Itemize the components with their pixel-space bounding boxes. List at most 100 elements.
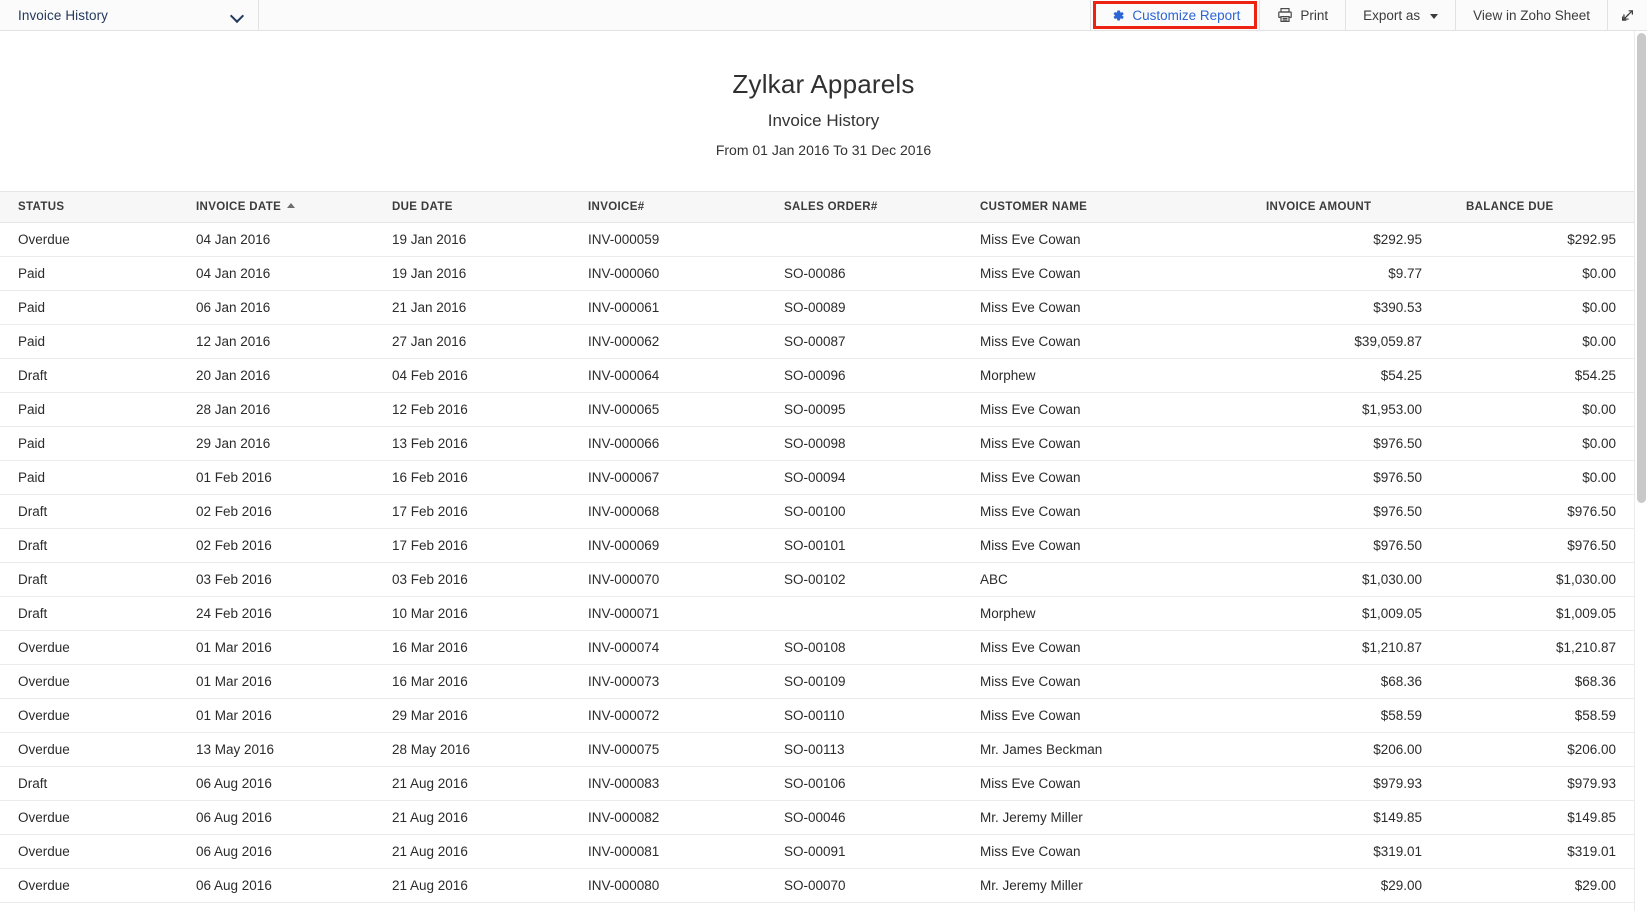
customize-report-button[interactable]: Customize Report xyxy=(1093,1,1257,29)
table-header-row: STATUS INVOICE DATE DUE DATE INVOICE# SA… xyxy=(0,192,1634,223)
cell-invoice-amount: $1,210.87 xyxy=(1266,631,1466,665)
cell-sales-order-number xyxy=(784,223,980,257)
column-header-invoice-no[interactable]: INVOICE# xyxy=(588,192,784,223)
cell-customer-name[interactable]: Mr. James Beckman xyxy=(980,733,1266,767)
cell-invoice-number[interactable]: INV-000059 xyxy=(588,223,784,257)
cell-customer-name[interactable]: Morphew xyxy=(980,359,1266,393)
view-in-zoho-sheet-button[interactable]: View in Zoho Sheet xyxy=(1455,0,1607,30)
cell-customer-name[interactable]: Miss Eve Cowan xyxy=(980,223,1266,257)
table-row: Paid29 Jan 201613 Feb 2016INV-000066SO-0… xyxy=(0,427,1634,461)
cell-invoice-number[interactable]: INV-000071 xyxy=(588,597,784,631)
cell-balance-due: $979.93 xyxy=(1466,767,1634,801)
cell-invoice-number[interactable]: INV-000060 xyxy=(588,257,784,291)
cell-invoice-number[interactable]: INV-000075 xyxy=(588,733,784,767)
cell-status: Overdue xyxy=(0,801,196,835)
cell-balance-due: $68.36 xyxy=(1466,665,1634,699)
cell-due-date: 10 Mar 2016 xyxy=(392,597,588,631)
cell-balance-due: $0.00 xyxy=(1466,257,1634,291)
cell-balance-due: $206.00 xyxy=(1466,733,1634,767)
cell-invoice-number[interactable]: INV-000073 xyxy=(588,665,784,699)
cell-balance-due: $1,009.05 xyxy=(1466,597,1634,631)
cell-sales-order-number: SO-00108 xyxy=(784,631,980,665)
cell-invoice-number[interactable]: INV-000068 xyxy=(588,495,784,529)
cell-due-date: 03 Feb 2016 xyxy=(392,563,588,597)
cell-customer-name[interactable]: Miss Eve Cowan xyxy=(980,257,1266,291)
invoice-history-table: STATUS INVOICE DATE DUE DATE INVOICE# SA… xyxy=(0,191,1634,903)
column-header-status[interactable]: STATUS xyxy=(0,192,196,223)
cell-status: Draft xyxy=(0,563,196,597)
export-as-button[interactable]: Export as xyxy=(1345,0,1455,30)
cell-sales-order-number: SO-00113 xyxy=(784,733,980,767)
cell-invoice-number[interactable]: INV-000064 xyxy=(588,359,784,393)
cell-sales-order-number: SO-00046 xyxy=(784,801,980,835)
cell-due-date: 12 Feb 2016 xyxy=(392,393,588,427)
cell-invoice-date: 02 Feb 2016 xyxy=(196,495,392,529)
cell-invoice-number[interactable]: INV-000081 xyxy=(588,835,784,869)
cell-invoice-number[interactable]: INV-000065 xyxy=(588,393,784,427)
cell-invoice-number[interactable]: INV-000082 xyxy=(588,801,784,835)
cell-invoice-number[interactable]: INV-000069 xyxy=(588,529,784,563)
cell-customer-name[interactable]: ABC xyxy=(980,563,1266,597)
cell-status: Draft xyxy=(0,359,196,393)
cell-sales-order-number: SO-00098 xyxy=(784,427,980,461)
cell-balance-due: $1,210.87 xyxy=(1466,631,1634,665)
cell-invoice-number[interactable]: INV-000061 xyxy=(588,291,784,325)
cell-customer-name[interactable]: Miss Eve Cowan xyxy=(980,291,1266,325)
cell-customer-name[interactable]: Mr. Jeremy Miller xyxy=(980,801,1266,835)
column-header-invoice-date[interactable]: INVOICE DATE xyxy=(196,192,392,223)
cell-invoice-number[interactable]: INV-000062 xyxy=(588,325,784,359)
table-row: Draft06 Aug 201621 Aug 2016INV-000083SO-… xyxy=(0,767,1634,801)
cell-invoice-number[interactable]: INV-000080 xyxy=(588,869,784,903)
cell-customer-name[interactable]: Miss Eve Cowan xyxy=(980,427,1266,461)
table-row: Paid04 Jan 201619 Jan 2016INV-000060SO-0… xyxy=(0,257,1634,291)
cell-invoice-number[interactable]: INV-000083 xyxy=(588,767,784,801)
table-row: Paid12 Jan 201627 Jan 2016INV-000062SO-0… xyxy=(0,325,1634,359)
cell-due-date: 21 Jan 2016 xyxy=(392,291,588,325)
cell-sales-order-number: SO-00106 xyxy=(784,767,980,801)
cell-customer-name[interactable]: Miss Eve Cowan xyxy=(980,665,1266,699)
print-label: Print xyxy=(1300,8,1328,23)
cell-status: Overdue xyxy=(0,665,196,699)
cell-invoice-date: 29 Jan 2016 xyxy=(196,427,392,461)
cell-sales-order-number: SO-00070 xyxy=(784,869,980,903)
cell-status: Draft xyxy=(0,767,196,801)
cell-customer-name[interactable]: Miss Eve Cowan xyxy=(980,495,1266,529)
cell-invoice-date: 20 Jan 2016 xyxy=(196,359,392,393)
cell-due-date: 21 Aug 2016 xyxy=(392,767,588,801)
cell-customer-name[interactable]: Morphew xyxy=(980,597,1266,631)
cell-invoice-amount: $9.77 xyxy=(1266,257,1466,291)
table-row: Overdue04 Jan 201619 Jan 2016INV-000059M… xyxy=(0,223,1634,257)
column-header-balance-due[interactable]: BALANCE DUE xyxy=(1466,192,1634,223)
cell-customer-name[interactable]: Miss Eve Cowan xyxy=(980,393,1266,427)
cell-customer-name[interactable]: Miss Eve Cowan xyxy=(980,767,1266,801)
column-header-customer-name[interactable]: CUSTOMER NAME xyxy=(980,192,1266,223)
cell-invoice-amount: $976.50 xyxy=(1266,529,1466,563)
cell-invoice-number[interactable]: INV-000074 xyxy=(588,631,784,665)
report-selector-dropdown[interactable]: Invoice History xyxy=(0,0,259,30)
cell-due-date: 21 Aug 2016 xyxy=(392,835,588,869)
cell-due-date: 04 Feb 2016 xyxy=(392,359,588,393)
cell-balance-due: $58.59 xyxy=(1466,699,1634,733)
cell-invoice-number[interactable]: INV-000070 xyxy=(588,563,784,597)
vertical-scrollbar[interactable] xyxy=(1634,31,1647,911)
cell-customer-name[interactable]: Miss Eve Cowan xyxy=(980,631,1266,665)
cell-invoice-number[interactable]: INV-000072 xyxy=(588,699,784,733)
expand-button[interactable] xyxy=(1607,0,1647,30)
cell-invoice-number[interactable]: INV-000067 xyxy=(588,461,784,495)
cell-status: Overdue xyxy=(0,631,196,665)
column-header-sales-order-no[interactable]: SALES ORDER# xyxy=(784,192,980,223)
cell-invoice-number[interactable]: INV-000066 xyxy=(588,427,784,461)
cell-customer-name[interactable]: Miss Eve Cowan xyxy=(980,699,1266,733)
cell-balance-due: $1,030.00 xyxy=(1466,563,1634,597)
cell-customer-name[interactable]: Miss Eve Cowan xyxy=(980,529,1266,563)
scrollbar-thumb[interactable] xyxy=(1637,33,1646,503)
cell-customer-name[interactable]: Miss Eve Cowan xyxy=(980,461,1266,495)
cell-customer-name[interactable]: Miss Eve Cowan xyxy=(980,835,1266,869)
column-header-due-date[interactable]: DUE DATE xyxy=(392,192,588,223)
column-header-invoice-amount[interactable]: INVOICE AMOUNT xyxy=(1266,192,1466,223)
cell-status: Draft xyxy=(0,597,196,631)
print-button[interactable]: Print xyxy=(1259,0,1345,30)
cell-customer-name[interactable]: Miss Eve Cowan xyxy=(980,325,1266,359)
cell-invoice-amount: $54.25 xyxy=(1266,359,1466,393)
cell-customer-name[interactable]: Mr. Jeremy Miller xyxy=(980,869,1266,903)
